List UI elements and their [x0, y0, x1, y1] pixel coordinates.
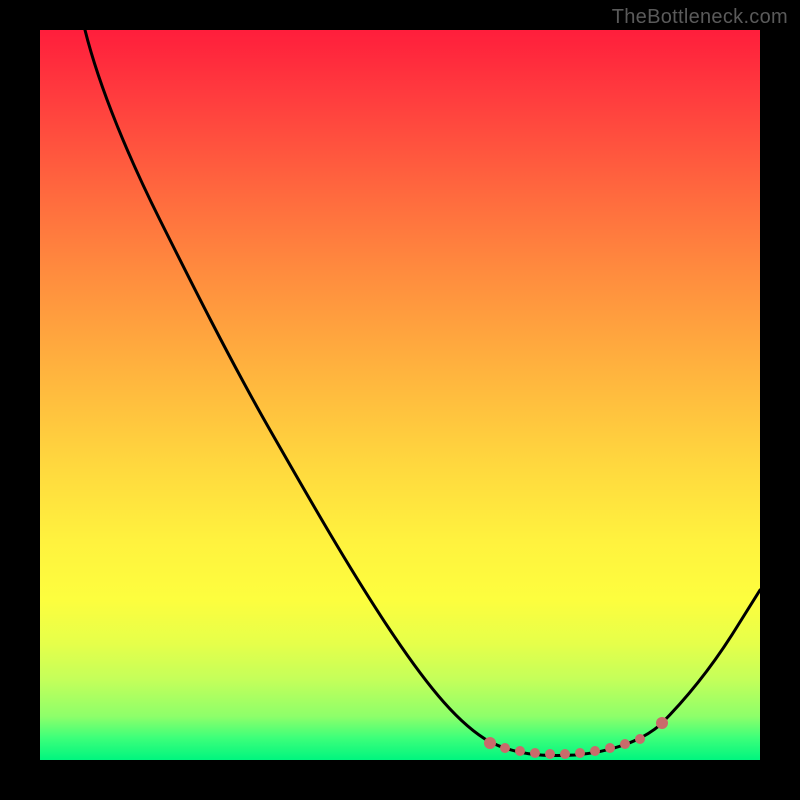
watermark-text: TheBottleneck.com — [612, 6, 788, 29]
optimal-range-markers — [484, 717, 668, 759]
chart-plot-area — [40, 30, 760, 760]
bottleneck-curve — [85, 30, 760, 756]
chart-svg — [40, 30, 760, 760]
